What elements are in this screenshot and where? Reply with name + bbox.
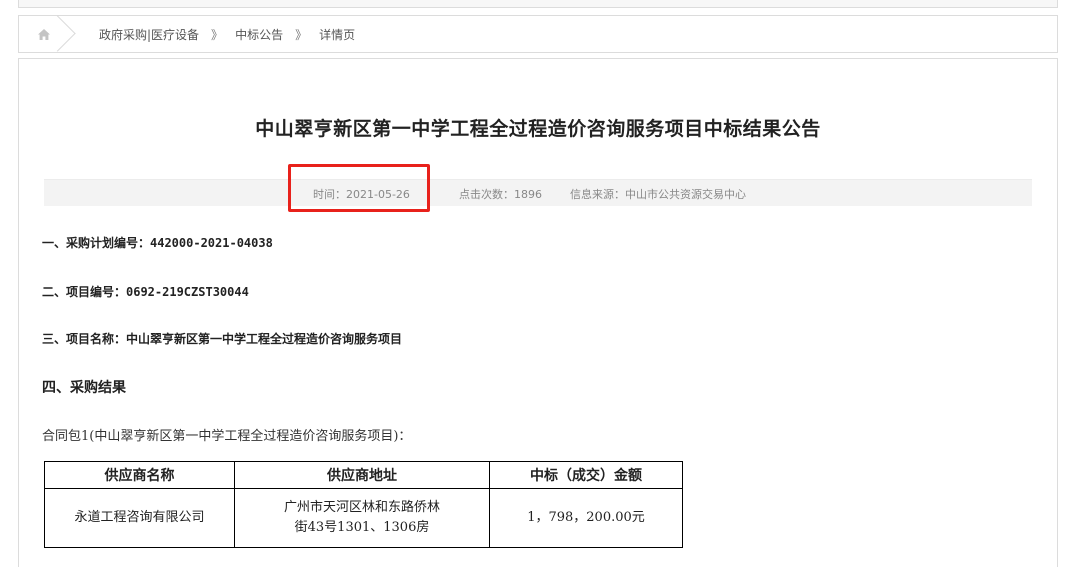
supplier-address-line-2: 街43号1301、1306房 <box>294 520 430 535</box>
supplier-address: 广州市天河区林和东路侨林 街43号1301、1306房 <box>234 488 490 548</box>
breadcrumb: 政府采购|医疗设备 》 中标公告 》 详情页 <box>18 15 1058 53</box>
award-amount: 1，798，200.00元 <box>489 488 683 548</box>
table-header-row: 供应商名称 供应商地址 中标（成交）金额 <box>44 461 683 489</box>
project-name: 三、项目名称：中山翠亨新区第一中学工程全过程造价咨询服务项目 <box>42 332 403 346</box>
home-icon <box>38 28 50 40</box>
breadcrumb-item-award-notice[interactable]: 中标公告 <box>235 26 283 43</box>
time-highlight-box <box>288 164 430 212</box>
page-title: 中山翠亨新区第一中学工程全过程造价咨询服务项目中标结果公告 <box>255 118 821 140</box>
table-header-amount: 中标（成交）金额 <box>489 461 683 489</box>
breadcrumb-item-category[interactable]: 政府采购|医疗设备 <box>99 26 199 43</box>
info-source: 信息来源：中山市公共资源交易中心 <box>570 188 746 201</box>
top-bar <box>18 0 1058 8</box>
breadcrumb-separator: 》 <box>211 27 224 42</box>
breadcrumb-item-detail: 详情页 <box>319 27 356 42</box>
meta-bar: 时间：2021-05-26 点击次数：1896 信息来源：中山市公共资源交易中心 <box>44 179 1032 206</box>
procurement-plan-number: 一、采购计划编号：442000-2021-04038 <box>42 236 273 250</box>
click-count: 点击次数：1896 <box>459 188 542 201</box>
supplier-name: 永道工程咨询有限公司 <box>44 488 235 548</box>
breadcrumb-home[interactable] <box>19 16 69 52</box>
project-number: 二、项目编号：0692-219CZST30044 <box>42 285 249 299</box>
contract-package-text: 合同包1(中山翠亨新区第一中学工程全过程造价咨询服务项目)： <box>42 429 412 444</box>
result-table: 供应商名称 供应商地址 中标（成交）金额 永道工程咨询有限公司 广州市天河区林和… <box>44 461 683 548</box>
table-row: 永道工程咨询有限公司 广州市天河区林和东路侨林 街43号1301、1306房 1… <box>44 488 683 548</box>
table-header-supplier-name: 供应商名称 <box>44 461 235 489</box>
supplier-address-line-1: 广州市天河区林和东路侨林 <box>283 500 440 515</box>
breadcrumb-separator: 》 <box>295 27 308 42</box>
section-heading-results: 四、采购结果 <box>42 380 126 396</box>
table-header-supplier-address: 供应商地址 <box>234 461 490 489</box>
